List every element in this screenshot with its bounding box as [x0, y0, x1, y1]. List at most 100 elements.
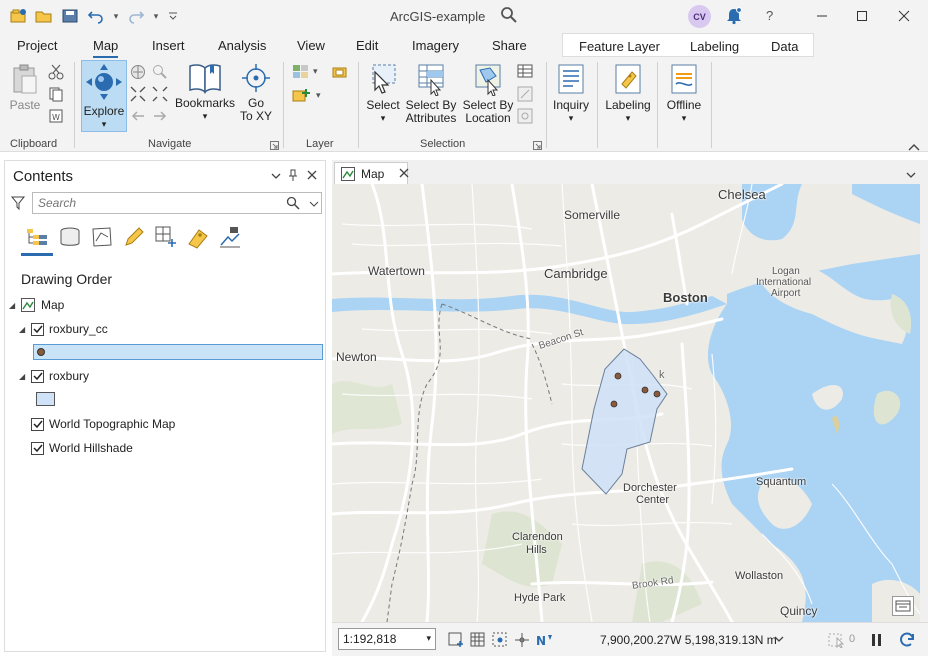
select-by-attributes-button[interactable]: Select By Attributes: [403, 62, 459, 125]
user-avatar[interactable]: CV: [688, 5, 711, 28]
pin-icon[interactable]: [288, 169, 298, 184]
selection-launcher-icon[interactable]: [533, 139, 542, 153]
close-button[interactable]: [890, 4, 918, 28]
previous-extent-icon[interactable]: [130, 108, 146, 127]
list-by-labeling-icon[interactable]: [186, 225, 210, 252]
collapse-ribbon-icon[interactable]: [908, 140, 920, 154]
filter-icon[interactable]: [10, 196, 26, 213]
go-to-xy-button[interactable]: Go To XY: [238, 62, 274, 123]
collapse-arrow-icon[interactable]: ◢: [19, 325, 31, 334]
labeling-button[interactable]: Labeling ▾: [602, 62, 654, 125]
list-by-perspective-imagery-icon[interactable]: [218, 225, 242, 252]
help-button[interactable]: ?: [766, 8, 773, 23]
layer-visibility-checkbox[interactable]: [31, 369, 44, 383]
full-extent-icon[interactable]: [130, 64, 146, 83]
tab-share[interactable]: Share: [492, 38, 527, 53]
maximize-button[interactable]: [848, 4, 876, 28]
tree-item-world-topographic-map[interactable]: World Topographic Map: [31, 417, 175, 431]
save-project-icon[interactable]: [58, 4, 82, 28]
tab-analysis[interactable]: Analysis: [218, 38, 266, 53]
tab-labeling[interactable]: Labeling: [690, 39, 739, 54]
collapse-arrow-icon[interactable]: ◢: [9, 301, 21, 310]
scale-selector[interactable]: 1:192,818 ▾: [338, 628, 436, 650]
redo-dropdown-icon[interactable]: ▾: [150, 4, 162, 28]
layer-visibility-checkbox[interactable]: [31, 417, 44, 431]
collapse-arrow-icon[interactable]: ◢: [19, 372, 31, 381]
chevron-down-icon[interactable]: ▾: [426, 633, 431, 644]
clear-selection-icon[interactable]: [517, 86, 533, 105]
contents-search-input[interactable]: [33, 193, 273, 213]
next-extent-icon[interactable]: [152, 108, 168, 127]
contents-search-box[interactable]: [32, 192, 322, 214]
paste-button[interactable]: Paste: [8, 62, 42, 112]
close-pane-icon[interactable]: [307, 169, 317, 183]
select-by-location-button[interactable]: Select By Location: [461, 62, 515, 125]
fixed-zoom-in-status-icon[interactable]: [448, 632, 464, 651]
coordinate-format-dropdown-icon[interactable]: [774, 635, 784, 646]
cut-icon[interactable]: [48, 64, 64, 83]
attributes-table-icon[interactable]: [517, 64, 533, 81]
layer-visibility-checkbox[interactable]: [31, 441, 44, 455]
tab-edit[interactable]: Edit: [356, 38, 378, 53]
pane-options-icon[interactable]: [271, 169, 281, 183]
new-project-icon[interactable]: [6, 4, 30, 28]
constraints-icon[interactable]: [514, 632, 530, 651]
tab-map[interactable]: Map: [93, 38, 119, 59]
north-arrow-toggle-icon[interactable]: N: [536, 632, 554, 651]
explore-button[interactable]: Explore ▾: [81, 60, 127, 132]
list-by-drawing-order-icon[interactable]: [25, 225, 49, 252]
tab-data[interactable]: Data: [771, 39, 798, 54]
map-canvas[interactable]: Chelsea Somerville Watertown Cambridge B…: [332, 184, 920, 622]
polygon-symbol-icon[interactable]: [36, 392, 55, 406]
snapping-icon[interactable]: [492, 632, 508, 651]
inquiry-button[interactable]: Inquiry ▾: [550, 62, 592, 125]
select-button[interactable]: Select ▾: [364, 62, 402, 125]
tab-imagery[interactable]: Imagery: [412, 38, 459, 53]
tree-item-roxbury[interactable]: ◢ roxbury: [19, 369, 89, 383]
search-options-icon[interactable]: [309, 197, 319, 211]
copy-path-icon[interactable]: W: [48, 108, 64, 127]
grid-icon[interactable]: [470, 632, 486, 651]
notification-bell-icon[interactable]: [724, 6, 744, 26]
search-icon[interactable]: [500, 6, 520, 26]
undo-icon[interactable]: [84, 4, 108, 28]
add-data-dropdown-icon[interactable]: ▾: [316, 90, 321, 101]
zoom-selected-icon[interactable]: [152, 64, 168, 83]
list-by-editing-icon[interactable]: [122, 225, 146, 252]
close-tab-icon[interactable]: [399, 167, 409, 181]
copy-icon[interactable]: [48, 86, 64, 105]
tab-list-dropdown-icon[interactable]: [906, 168, 916, 182]
tab-project[interactable]: Project: [17, 38, 57, 53]
undo-dropdown-icon[interactable]: ▾: [110, 4, 122, 28]
tab-insert[interactable]: Insert: [152, 38, 185, 53]
list-by-snapping-icon[interactable]: [154, 225, 178, 252]
search-icon[interactable]: [286, 196, 300, 213]
add-data-icon[interactable]: [292, 88, 310, 107]
tab-view[interactable]: View: [297, 38, 325, 53]
map-view-tab[interactable]: Map: [334, 162, 409, 184]
attribution-icon[interactable]: [892, 596, 914, 616]
basemap-icon[interactable]: [292, 64, 310, 83]
tree-item-roxbury-cc[interactable]: ◢ roxbury_cc: [19, 322, 108, 336]
tree-item-map[interactable]: ◢ Map: [9, 298, 64, 312]
selected-features-icon[interactable]: [828, 632, 846, 651]
tab-feature-layer[interactable]: Feature Layer: [579, 39, 660, 54]
tree-item-world-hillshade[interactable]: World Hillshade: [31, 441, 133, 455]
symbol-row-selected[interactable]: [33, 344, 323, 360]
offline-button[interactable]: Offline ▾: [662, 62, 706, 125]
zoom-to-selection-icon[interactable]: [517, 108, 533, 127]
open-project-icon[interactable]: [32, 4, 56, 28]
customize-qat-icon[interactable]: [164, 4, 182, 28]
layer-visibility-checkbox[interactable]: [31, 322, 44, 336]
fixed-zoom-out-icon[interactable]: [152, 86, 168, 105]
fixed-zoom-in-icon[interactable]: [130, 86, 146, 105]
redo-icon[interactable]: [124, 4, 148, 28]
basemap-dropdown-icon[interactable]: ▾: [313, 66, 318, 77]
minimize-button[interactable]: [808, 4, 836, 28]
list-by-data-source-icon[interactable]: [58, 225, 82, 252]
refresh-icon[interactable]: [898, 631, 916, 652]
pause-drawing-icon[interactable]: [870, 632, 884, 651]
bookmarks-button[interactable]: Bookmarks ▾: [173, 62, 237, 123]
navigate-launcher-icon[interactable]: [270, 139, 279, 153]
list-by-selection-icon[interactable]: [90, 225, 114, 252]
